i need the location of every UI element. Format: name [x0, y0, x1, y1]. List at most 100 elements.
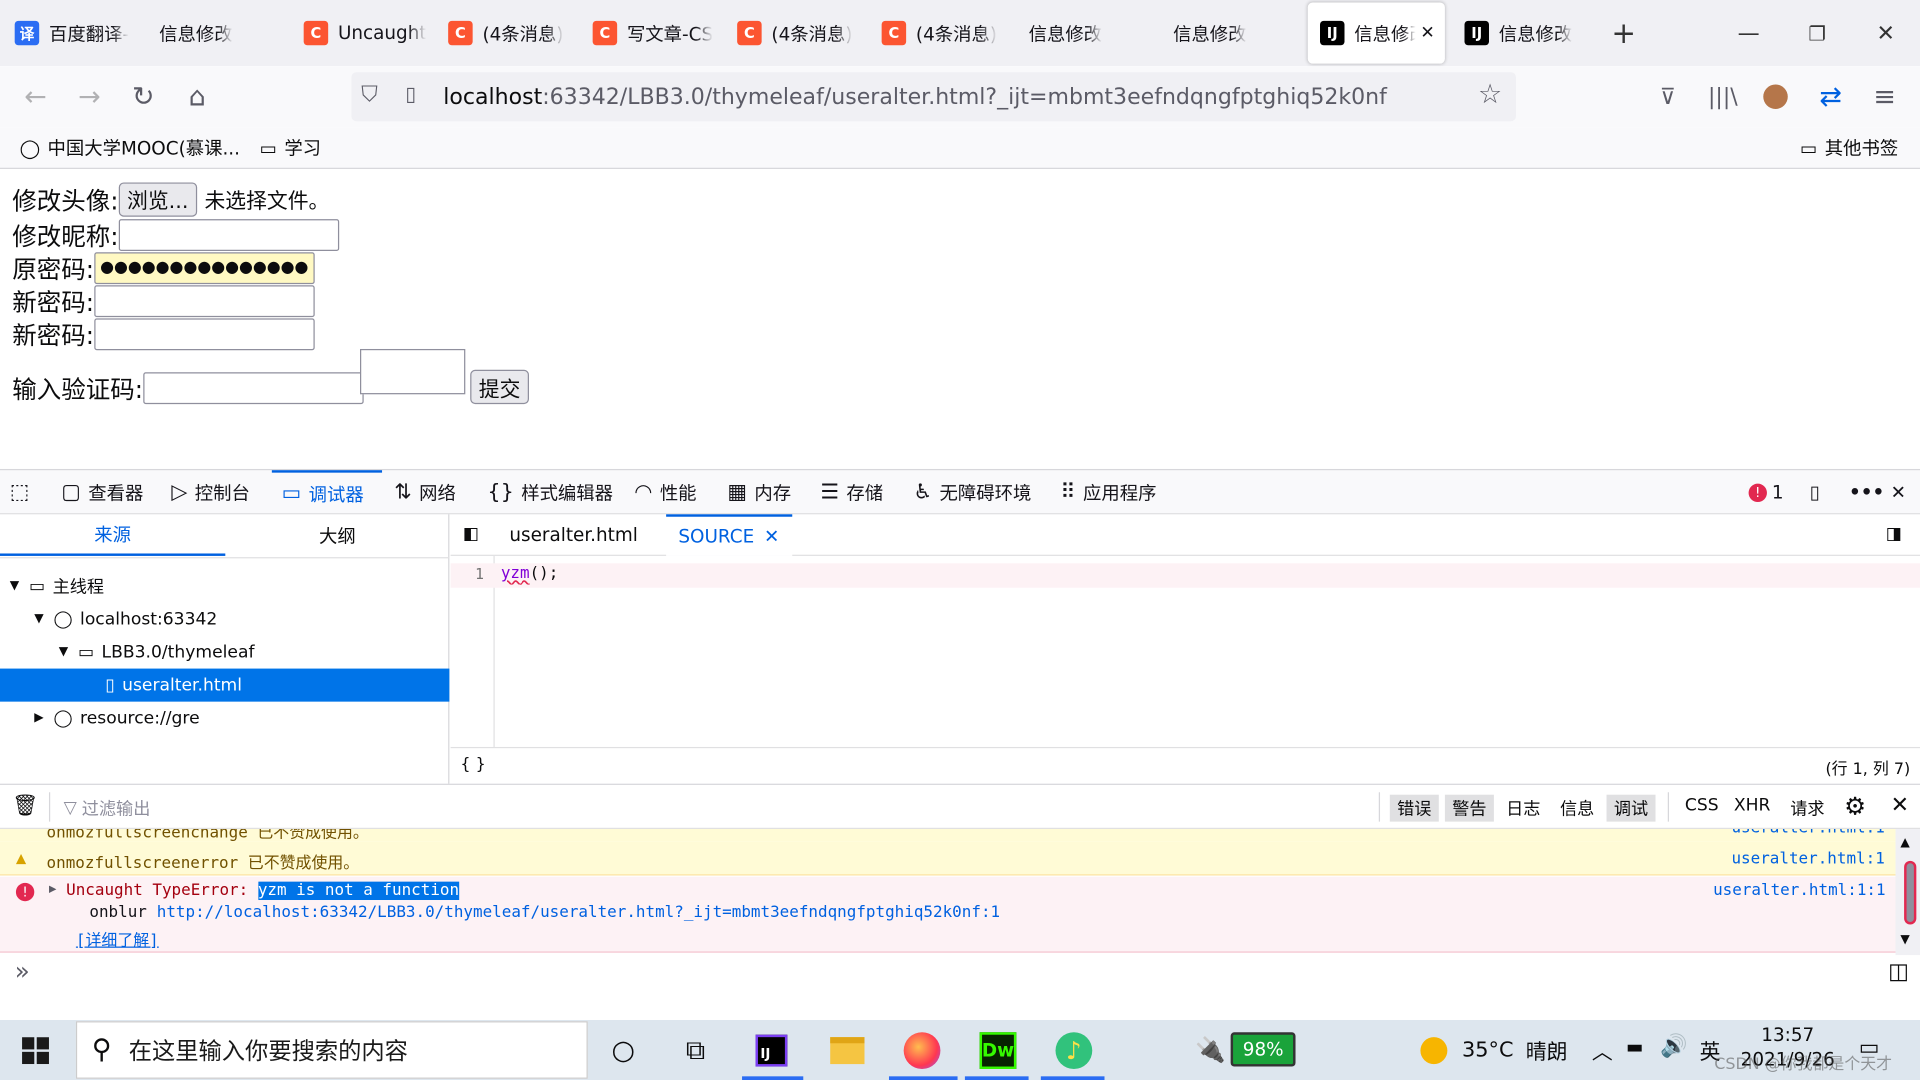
minimize-icon[interactable]: — [1714, 0, 1783, 66]
task-view-icon[interactable]: ⧉ [675, 1030, 717, 1072]
library-icon[interactable]: |||\ [1702, 76, 1744, 118]
editor-tab-source[interactable]: SOURCE ✕ [666, 514, 792, 556]
filter-debug[interactable]: 调试 [1606, 794, 1656, 822]
confirm-password-input[interactable] [93, 317, 315, 350]
bookmark-folder-other[interactable]: ▭ 其他书签 [1800, 135, 1898, 161]
new-password-input[interactable] [93, 284, 315, 317]
new-tab-icon[interactable]: + [1589, 0, 1658, 66]
tool-application[interactable]: ⠿ 应用程序 [1060, 470, 1156, 514]
account-avatar-icon[interactable] [1755, 76, 1797, 118]
sync-icon[interactable]: ⇄ [1810, 76, 1852, 118]
url-text[interactable]: localhost:63342/LBB3.0/thymeleaf/useralt… [443, 72, 1387, 121]
filter-input[interactable]: ▽ 过滤输出 [64, 796, 151, 820]
battery-indicator[interactable]: 🔌 98% [1195, 1032, 1296, 1067]
menu-icon[interactable]: ≡ [1864, 76, 1906, 118]
tool-inspector[interactable]: ▢ 查看器 [61, 470, 143, 514]
error-source-link[interactable]: useralter.html:1:1 [1713, 882, 1886, 900]
more-options-icon[interactable]: ••• [1849, 470, 1884, 514]
learn-more-link[interactable]: [详细了解] [76, 927, 159, 950]
warning-source-link[interactable]: useralter.html:1 [1731, 850, 1884, 868]
gear-icon[interactable]: ⚙ [1844, 791, 1866, 820]
tab-info-edit[interactable]: 信息修改 [1016, 2, 1153, 63]
show-hidden-icons-icon[interactable]: ︿ [1592, 1035, 1613, 1065]
tool-debugger[interactable]: ▭ 调试器 [271, 470, 383, 514]
back-icon[interactable]: ← [15, 76, 57, 118]
shield-icon[interactable]: ⛉ [361, 82, 378, 108]
tool-performance[interactable]: ◠ 性能 [634, 470, 696, 514]
tool-memory[interactable]: ▦ 内存 [727, 470, 791, 514]
cortana-icon[interactable]: ○ [602, 1030, 644, 1072]
close-tab-icon[interactable]: ✕ [1420, 23, 1434, 43]
error-count-badge[interactable]: ! 1 [1748, 470, 1784, 514]
filter-warnings[interactable]: 警告 [1444, 794, 1494, 822]
split-console-icon[interactable]: ◫ [1888, 959, 1909, 985]
console-scrollbar[interactable]: ▲ ▼ [1895, 828, 1920, 956]
tab-csdn[interactable]: C (4条消息) [436, 2, 573, 63]
tab-baidu-translate[interactable]: 译百度翻译- [2, 2, 139, 63]
firefox-icon[interactable] [901, 1030, 943, 1072]
tree-folder[interactable]: ▼ ▭ LBB3.0/thymeleaf [0, 636, 449, 669]
intellij-taskbar-icon[interactable]: IJ [751, 1030, 793, 1072]
bookmark-folder-study[interactable]: ▭ 学习 [260, 135, 321, 161]
tree-main-thread[interactable]: ▼ ▭ 主线程 [0, 569, 449, 602]
error-message-selected[interactable]: yzm is not a function [257, 881, 459, 901]
element-picker-icon[interactable]: ⬚ [10, 470, 37, 514]
captcha-input[interactable] [142, 371, 364, 404]
nickname-input[interactable] [118, 218, 339, 251]
dreamweaver-icon[interactable]: Dw [977, 1030, 1019, 1072]
scroll-thumb[interactable] [1906, 863, 1914, 923]
notification-icon[interactable]: ▭ [1859, 1035, 1880, 1061]
old-password-input[interactable]: ●●●●●●●●●●●●●●● [93, 251, 315, 284]
outline-tab[interactable]: 大纲 [225, 514, 449, 556]
close-console-icon[interactable]: ✕ [1891, 792, 1909, 818]
browse-button[interactable]: 浏览... [118, 181, 198, 217]
pretty-print-button[interactable]: { } [460, 756, 485, 774]
tool-network[interactable]: ⇅ 网络 [394, 470, 456, 514]
captcha-image[interactable] [360, 348, 466, 395]
warning-source-link[interactable]: useralter.html:1 [1731, 829, 1884, 838]
home-icon[interactable]: ⌂ [176, 76, 218, 118]
tab-info-edit[interactable]: 信息修改 [1161, 2, 1298, 63]
console-prompt[interactable]: » [15, 956, 30, 985]
close-tab-icon[interactable]: ✕ [764, 525, 779, 547]
editor-tab-file[interactable]: useralter.html [509, 524, 637, 546]
stack-url-link[interactable]: http://localhost:63342/LBB3.0/thymeleaf/… [157, 904, 1000, 922]
toggle-sidebar-icon[interactable]: ◧ [463, 524, 479, 544]
tab-info-edit[interactable]: 信息修改 [147, 2, 284, 63]
filter-errors[interactable]: 错误 [1389, 794, 1439, 822]
battery-tray-icon[interactable]: ▬ [1626, 1036, 1643, 1058]
file-explorer-icon[interactable] [827, 1030, 869, 1072]
taskbar-search-box[interactable]: ⚲ 在这里输入你要搜索的内容 [75, 1021, 588, 1079]
tool-style-editor[interactable]: {} 样式编辑器 [487, 470, 613, 514]
bookmark-star-icon[interactable]: ☆ [1478, 80, 1502, 111]
page-info-icon[interactable]: ▯ [405, 82, 416, 105]
filter-logs[interactable]: 日志 [1499, 795, 1548, 822]
tab-csdn[interactable]: C (4条消息) [725, 2, 862, 63]
pocket-icon[interactable]: ⊽ [1647, 76, 1689, 118]
forward-icon[interactable]: → [69, 76, 111, 118]
filter-xhr[interactable]: XHR [1727, 795, 1778, 817]
filter-css[interactable]: CSS [1678, 795, 1726, 817]
close-window-icon[interactable]: ✕ [1851, 0, 1920, 66]
scroll-up-icon[interactable]: ▲ [1900, 836, 1909, 849]
scroll-down-icon[interactable]: ▼ [1900, 933, 1909, 946]
volume-icon[interactable]: 🔊 [1660, 1033, 1687, 1059]
tool-console[interactable]: ▷ 控制台 [171, 470, 249, 514]
url-bar[interactable]: ⛉ ▯ localhost:63342/LBB3.0/thymeleaf/use… [351, 72, 1516, 122]
music-app-icon[interactable]: ♪ [1053, 1030, 1095, 1072]
close-devtools-icon[interactable]: ✕ [1891, 470, 1906, 514]
filter-requests[interactable]: 请求 [1783, 795, 1832, 822]
tree-host[interactable]: ▼ ◯ localhost:63342 [0, 602, 449, 635]
windows-start-icon[interactable] [15, 1030, 57, 1072]
bookmark-mooc[interactable]: ◯ 中国大学MOOC(慕课... [20, 135, 240, 161]
tab-info-edit[interactable]: IJ 信息修改 [1452, 2, 1589, 63]
tab-csdn[interactable]: C (4条消息) [869, 2, 1006, 63]
restore-icon[interactable]: ❐ [1783, 0, 1852, 66]
tab-csdn[interactable]: C 写文章-CS [580, 2, 717, 63]
trash-icon[interactable]: 🗑 [12, 793, 38, 817]
expand-arrow-icon[interactable]: ▶ [49, 883, 56, 896]
tool-storage[interactable]: ☰ 存储 [820, 470, 883, 514]
filter-info[interactable]: 信息 [1553, 795, 1602, 822]
tab-active-info-edit[interactable]: IJ 信息修改✕ [1307, 2, 1445, 64]
tree-resource[interactable]: ▶ ◯ resource://gre [0, 702, 449, 735]
